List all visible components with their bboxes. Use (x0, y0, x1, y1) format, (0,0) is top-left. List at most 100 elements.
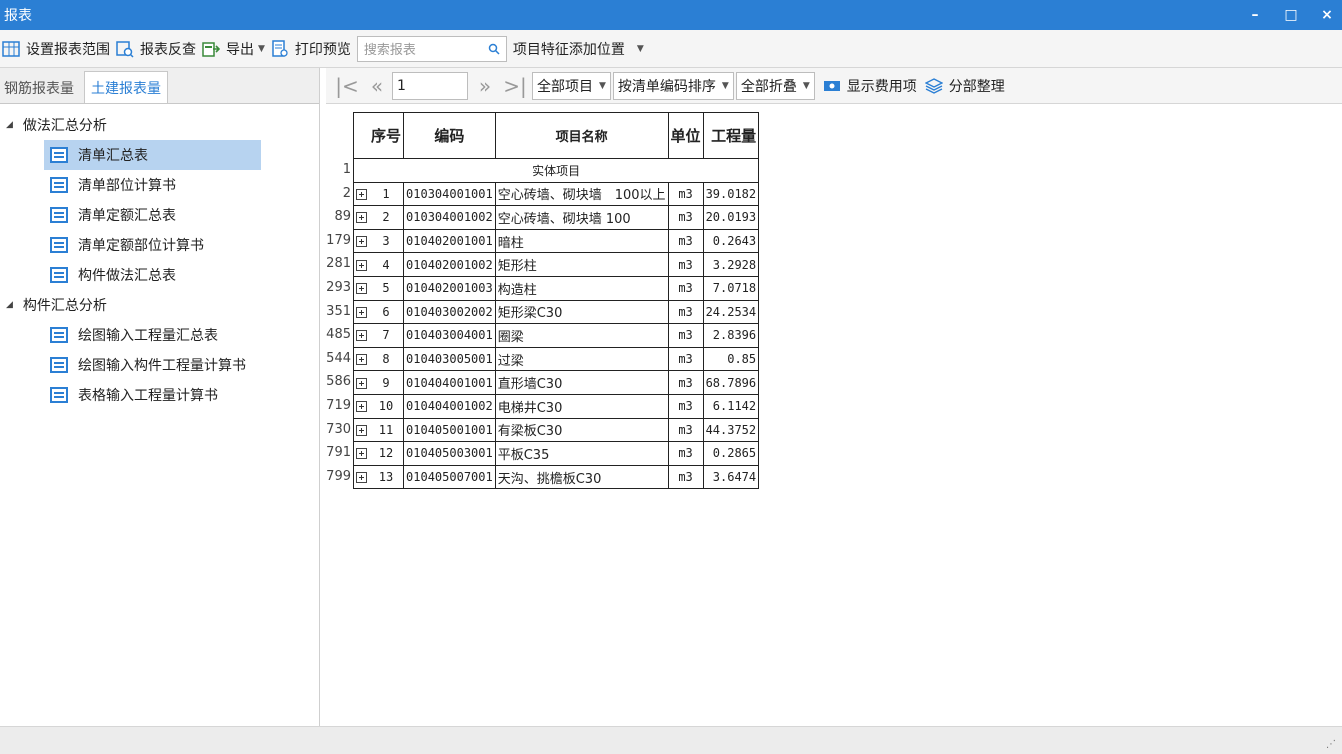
cell-name: 空心砖墙、砌块墙 100 (494, 205, 669, 230)
first-page-button[interactable]: |< (332, 74, 362, 98)
plus-box-icon[interactable] (356, 283, 367, 295)
close-button[interactable]: × (1320, 7, 1334, 23)
next-page-button[interactable]: » (470, 74, 500, 98)
cell-qty: 24.2534 (702, 299, 760, 325)
cell-code: 010405003001 (403, 441, 496, 466)
fold-dropdown[interactable]: 全部折叠 ▼ (735, 71, 815, 100)
tree-group-method-summary[interactable]: ◢ 做法汇总分析 (0, 110, 319, 140)
prev-page-button[interactable]: « (362, 74, 392, 98)
resize-grip-icon[interactable]: ⋰ (1326, 739, 1336, 750)
table-row[interactable]: 6 010403002002 矩形梁C30 m3 24.2534 (353, 299, 760, 325)
tree-item-label: 清单汇总表 (78, 148, 148, 164)
expand-cell[interactable] (353, 323, 369, 348)
expand-cell[interactable] (353, 417, 369, 443)
collapse-arrow-icon[interactable]: ◢ (6, 120, 13, 130)
expand-cell[interactable] (353, 228, 369, 254)
table-row[interactable]: 13 010405007001 天沟、挑檐板C30 m3 3.6474 (353, 464, 760, 490)
cell-unit: m3 (667, 441, 704, 466)
tree-item-table-qty-calc[interactable]: 表格输入工程量计算书 (44, 380, 261, 410)
tree-item-drawing-qty-summary[interactable]: 绘图输入工程量汇总表 (44, 320, 261, 350)
header-qty: 工程量 (702, 112, 760, 159)
table-header-row: 序号 编码 项目名称 单位 工程量 (353, 112, 760, 159)
plus-box-icon[interactable] (356, 330, 367, 342)
report-tabs: 钢筋报表量 土建报表量 (0, 68, 319, 104)
table-row[interactable]: 7 010403004001 圈梁 m3 2.8396 (353, 323, 760, 348)
cell-code: 010402001001 (403, 228, 496, 254)
table-row[interactable]: 3 010402001001 暗柱 m3 0.2643 (353, 228, 760, 254)
tree-item-bill-summary[interactable]: 清单汇总表 (44, 140, 261, 170)
collapse-arrow-icon[interactable]: ◢ (6, 300, 13, 310)
row-number: 791 (326, 445, 351, 461)
plus-box-icon[interactable] (356, 188, 367, 200)
tree-item-bill-quota-summary[interactable]: 清单定额汇总表 (44, 200, 261, 230)
cell-qty: 0.2865 (702, 441, 760, 466)
show-fee-button[interactable]: 显示费用项 (823, 76, 917, 96)
tree-item-drawing-component-calc[interactable]: 绘图输入构件工程量计算书 (44, 350, 261, 380)
page-number-input[interactable]: 1 (392, 71, 468, 100)
tree-group-component-summary[interactable]: ◢ 构件汇总分析 (0, 290, 319, 320)
row-number: 586 (326, 374, 351, 390)
table-row[interactable]: 12 010405003001 平板C35 m3 0.2865 (353, 441, 760, 466)
tree-item-bill-quota-location[interactable]: 清单定额部位计算书 (44, 230, 261, 260)
sort-dropdown[interactable]: 按清单编码排序 ▼ (612, 71, 734, 100)
table-row[interactable]: 9 010404001001 直形墙C30 m3 68.7896 (353, 370, 760, 395)
plus-box-icon[interactable] (356, 259, 367, 271)
table-row[interactable]: 11 010405001001 有梁板C30 m3 44.3752 (353, 417, 760, 443)
chevron-down-icon: ▼ (599, 80, 606, 91)
maximize-button[interactable]: □ (1284, 7, 1298, 23)
report-view: |< « 1 » >| 全部项目 ▼ 按清单编码排序 ▼ 全部折叠 ▼ 显示费用… (326, 68, 1342, 726)
plus-box-icon[interactable] (356, 472, 367, 484)
expand-cell[interactable] (353, 252, 369, 277)
expand-cell[interactable] (353, 181, 369, 207)
table-row[interactable]: 4 010402001002 矩形柱 m3 3.2928 (353, 252, 760, 277)
plus-box-icon[interactable] (356, 448, 367, 460)
header-code: 编码 (403, 112, 496, 159)
report-tree: ◢ 做法汇总分析 清单汇总表 清单部位计算书 清单定额汇总表 清单定额部位计算书… (0, 104, 319, 410)
doc-icon (50, 177, 68, 193)
tree-item-label: 表格输入工程量计算书 (78, 388, 218, 404)
plus-box-icon[interactable] (356, 354, 367, 366)
expand-cell[interactable] (353, 275, 369, 301)
tab-civil-report[interactable]: 土建报表量 (84, 71, 168, 103)
cell-name: 电梯井C30 (494, 393, 669, 419)
print-preview-button[interactable]: 打印预览 (271, 34, 357, 64)
plus-box-icon[interactable] (356, 212, 367, 224)
expand-cell[interactable] (353, 464, 369, 490)
review-button[interactable]: 报表反查 (116, 34, 202, 64)
feature-position-dropdown[interactable]: 项目特征添加位置 ▼ (513, 34, 650, 64)
cell-seq: 3 (369, 228, 405, 254)
expand-cell[interactable] (353, 393, 369, 419)
window-title: 报表 (4, 8, 32, 24)
table-row[interactable]: 5 010402001003 构造柱 m3 7.0718 (353, 275, 760, 301)
expand-cell[interactable] (353, 346, 369, 372)
expand-cell[interactable] (353, 441, 369, 466)
expand-cell[interactable] (353, 205, 369, 230)
cell-seq: 8 (369, 346, 405, 372)
plus-box-icon[interactable] (356, 236, 367, 248)
tree-item-component-method[interactable]: 构件做法汇总表 (44, 260, 261, 290)
cell-name: 过梁 (494, 346, 669, 372)
chevron-down-icon: ▼ (721, 80, 729, 91)
expand-cell[interactable] (353, 299, 369, 325)
set-range-button[interactable]: 设置报表范围 (2, 34, 116, 64)
plus-box-icon[interactable] (356, 306, 367, 318)
plus-box-icon[interactable] (356, 424, 367, 436)
tab-rebar-report[interactable]: 钢筋报表量 (0, 73, 78, 103)
fold-label: 全部折叠 (740, 78, 797, 95)
last-page-button[interactable]: >| (500, 74, 530, 98)
table-row[interactable]: 10 010404001002 电梯井C30 m3 6.1142 (353, 393, 760, 419)
plus-box-icon[interactable] (356, 377, 367, 389)
scope-dropdown[interactable]: 全部项目 ▼ (532, 71, 611, 100)
expand-cell[interactable] (353, 370, 369, 395)
tree-group-label: 做法汇总分析 (22, 118, 107, 134)
feature-position-label: 项目特征添加位置 (512, 41, 625, 58)
organize-button[interactable]: 分部整理 (924, 76, 1005, 96)
minimize-button[interactable]: – (1248, 7, 1262, 23)
table-row[interactable]: 8 010403005001 过梁 m3 0.85 (353, 346, 760, 372)
tree-item-bill-location[interactable]: 清单部位计算书 (44, 170, 261, 200)
search-input[interactable]: 搜索报表 (356, 35, 507, 62)
table-row[interactable]: 1 010304001001 空心砖墙、砌块墙 100以上 m3 39.0182 (353, 181, 760, 207)
plus-box-icon[interactable] (356, 401, 367, 413)
export-button[interactable]: 导出 ▼ (202, 34, 271, 64)
table-row[interactable]: 2 010304001002 空心砖墙、砌块墙 100 m3 20.0193 (353, 205, 760, 230)
